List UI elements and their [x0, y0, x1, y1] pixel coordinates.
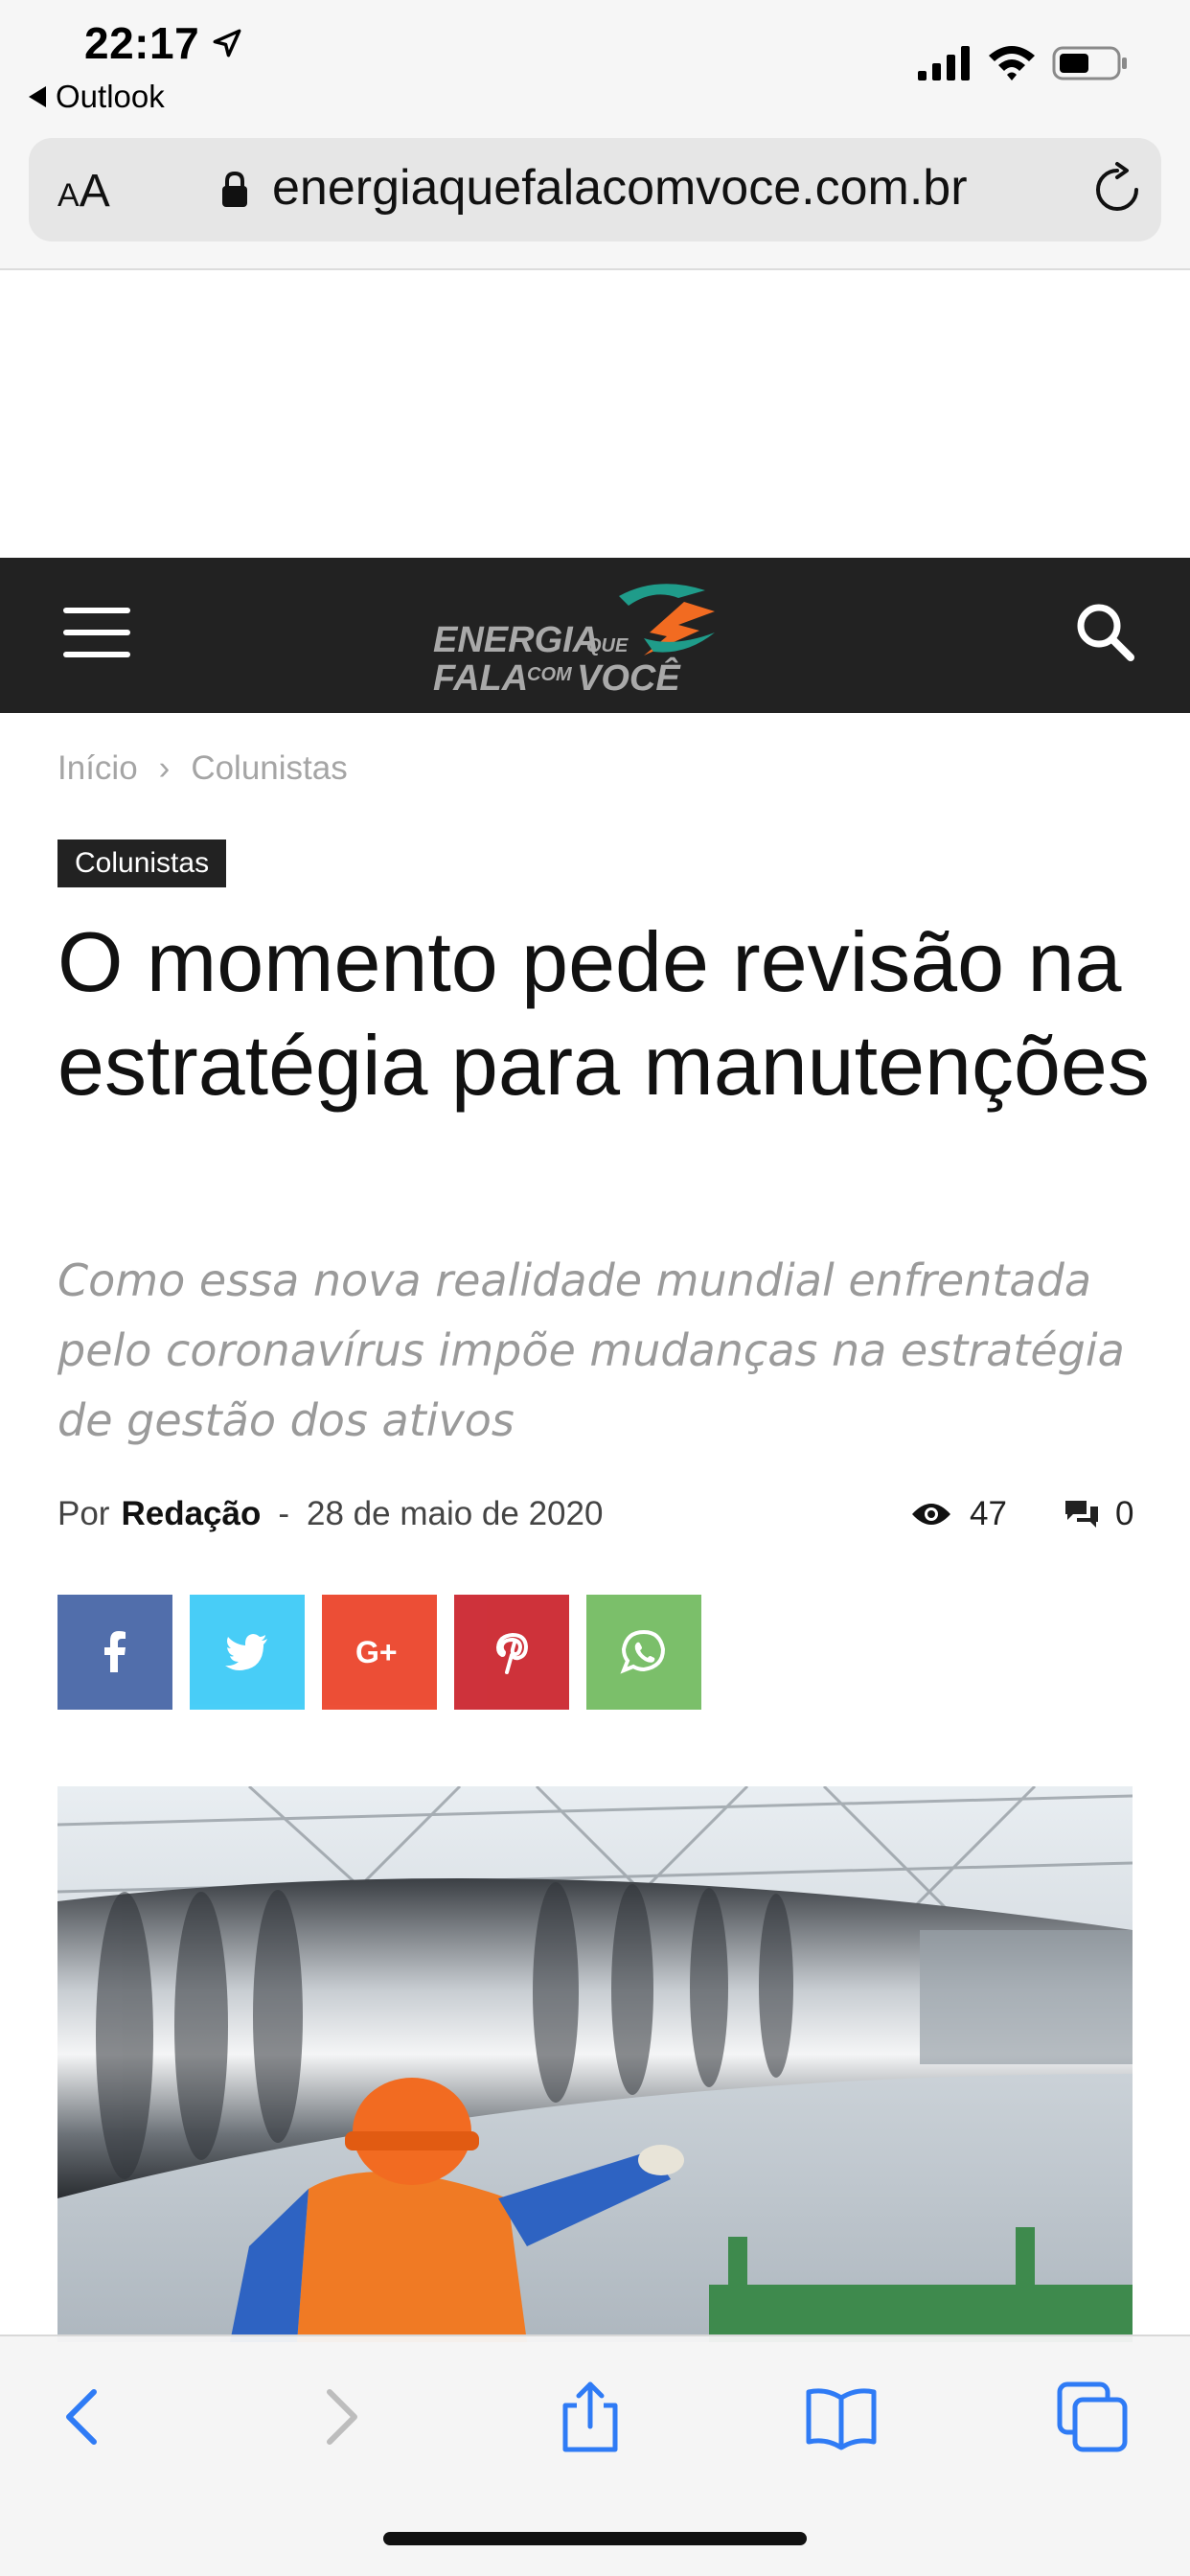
- view-count: 47: [910, 1495, 1007, 1533]
- site-header: ENERGIA QUE FALA COM VOCÊ: [0, 558, 1190, 713]
- breadcrumb-separator: ›: [158, 749, 171, 787]
- share-whatsapp-button[interactable]: [586, 1595, 701, 1710]
- share-facebook-button[interactable]: [57, 1595, 172, 1710]
- share-pinterest-button[interactable]: [454, 1595, 569, 1710]
- pinterest-icon: [496, 1633, 528, 1674]
- article-hero-image: [57, 1786, 1133, 2342]
- status-time: 22:17: [84, 18, 200, 68]
- battery-icon: [1052, 46, 1127, 80]
- comment-count-value: 0: [1115, 1495, 1134, 1532]
- text-size-button[interactable]: AA: [57, 165, 110, 218]
- tabs-icon[interactable]: [1054, 2379, 1131, 2455]
- view-count-value: 47: [970, 1495, 1007, 1532]
- svg-text:VOCÊ: VOCÊ: [577, 656, 681, 696]
- svg-text:ENERGIA: ENERGIA: [433, 620, 599, 660]
- location-arrow-icon: [213, 29, 241, 58]
- lock-icon: [222, 171, 247, 207]
- article-meta: Por Redação - 28 de maio de 2020: [57, 1495, 603, 1533]
- text-size-small-label: A: [57, 177, 80, 214]
- twitter-icon: [225, 1634, 267, 1670]
- svg-text:COM: COM: [527, 664, 573, 685]
- publish-date: 28 de maio de 2020: [307, 1495, 604, 1532]
- comment-count[interactable]: 0: [1064, 1495, 1133, 1533]
- safari-page: 22:17 Outlook AA energiaquefalacomvoce.c…: [0, 0, 1190, 2576]
- breadcrumb: Início › Colunistas: [57, 749, 348, 788]
- eye-icon: [912, 1504, 950, 1525]
- comments-icon: [1065, 1501, 1098, 1528]
- home-indicator[interactable]: [383, 2532, 807, 2545]
- cellular-signal-icon: [918, 46, 970, 80]
- forward-icon[interactable]: [299, 2379, 376, 2455]
- share-buttons: G+: [57, 1595, 701, 1710]
- article-subtitle: Como essa nova realidade mundial enfrent…: [57, 1254, 1125, 1446]
- wifi-icon: [989, 46, 1035, 80]
- back-app-label: Outlook: [56, 79, 165, 114]
- share-twitter-button[interactable]: [190, 1595, 305, 1710]
- category-tag[interactable]: Colunistas: [57, 840, 227, 887]
- breadcrumb-home-link[interactable]: Início: [57, 749, 138, 788]
- by-label: Por: [57, 1495, 110, 1532]
- back-icon[interactable]: [48, 2379, 125, 2455]
- author-link[interactable]: Redação: [121, 1495, 261, 1533]
- bookmarks-icon[interactable]: [803, 2379, 880, 2455]
- address-bar[interactable]: AA energiaquefalacomvoce.com.br: [29, 138, 1161, 242]
- share-icon[interactable]: [552, 2379, 629, 2455]
- search-icon[interactable]: [1073, 600, 1136, 663]
- svg-text:G+: G+: [355, 1635, 398, 1669]
- reload-icon[interactable]: [1088, 161, 1146, 218]
- menu-icon[interactable]: [63, 604, 132, 661]
- back-to-app-button[interactable]: Outlook: [29, 79, 165, 115]
- google-plus-icon: G+: [355, 1635, 398, 1669]
- facebook-icon: [104, 1631, 126, 1672]
- article-title: O momento pede revisão na estratégia par…: [57, 914, 1150, 1113]
- share-google-plus-button[interactable]: G+: [322, 1595, 437, 1710]
- text-size-large-label: A: [79, 166, 110, 217]
- browser-top-chrome: 22:17 Outlook AA energiaquefalacomvoce.c…: [0, 0, 1190, 270]
- meta-separator: -: [278, 1495, 290, 1532]
- svg-text:QUE: QUE: [586, 635, 629, 656]
- whatsapp-icon: [620, 1629, 666, 1674]
- site-logo[interactable]: ENERGIA QUE FALA COM VOCÊ: [427, 577, 753, 696]
- ad-placeholder: [0, 272, 1190, 558]
- breadcrumb-current-link[interactable]: Colunistas: [191, 749, 347, 788]
- svg-text:FALA: FALA: [433, 658, 528, 696]
- url-text[interactable]: energiaquefalacomvoce.com.br: [272, 159, 968, 217]
- back-triangle-icon: [29, 86, 46, 107]
